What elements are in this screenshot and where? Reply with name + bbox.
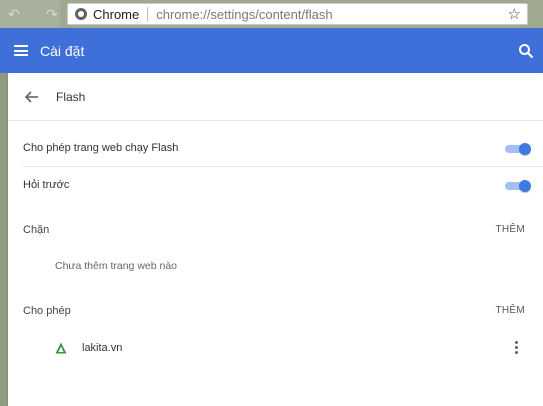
browser-toolbar: ↶ ↷ Chrome chrome://settings/content/fla… — [0, 0, 543, 28]
settings-content: Flash Cho phép trang web chạy Flash Hỏi … — [8, 73, 543, 406]
ask-first-label: Hỏi trước — [23, 179, 70, 191]
nav-back-icon[interactable]: ↶ — [8, 6, 20, 23]
url-text[interactable]: chrome://settings/content/flash — [156, 7, 507, 22]
allow-flash-toggle[interactable] — [505, 143, 531, 155]
address-separator — [147, 7, 149, 21]
bookmark-star-icon[interactable]: ☆ — [508, 5, 521, 23]
subpage-header: Flash — [8, 73, 543, 121]
allow-flash-label: Cho phép trang web chạy Flash — [23, 142, 179, 154]
ask-first-toggle[interactable] — [505, 180, 531, 192]
block-add-button[interactable]: THÊM — [495, 224, 525, 235]
block-empty-text: Chưa thêm trang web nào — [55, 260, 178, 272]
ask-first-row[interactable]: Hỏi trước — [8, 168, 543, 204]
address-bar[interactable]: Chrome chrome://settings/content/flash ☆ — [67, 3, 528, 25]
site-info-icon[interactable] — [75, 8, 87, 20]
divider — [23, 166, 543, 167]
app-title: Cài đặt — [40, 42, 85, 59]
menu-icon[interactable] — [14, 45, 28, 56]
allow-section-header: Cho phép THÊM — [8, 302, 543, 322]
toggle-knob — [519, 180, 531, 192]
toggle-knob — [519, 143, 531, 155]
search-icon[interactable] — [518, 43, 534, 59]
allow-add-button[interactable]: THÊM — [495, 305, 525, 316]
site-favicon — [55, 342, 67, 354]
page-title: Flash — [56, 90, 86, 104]
allow-flash-row[interactable]: Cho phép trang web chạy Flash — [8, 131, 543, 167]
scheme-label: Chrome — [93, 6, 140, 22]
block-section-header: Chặn THÊM — [8, 221, 543, 241]
allowed-site-item[interactable]: lakita.vn — [8, 336, 543, 360]
nav-reload-icon[interactable]: ↷ — [46, 6, 58, 23]
allow-section-label: Cho phép — [23, 305, 71, 317]
more-vert-icon[interactable] — [515, 341, 519, 355]
block-section-label: Chặn — [23, 224, 50, 236]
back-arrow-icon[interactable] — [24, 89, 40, 105]
site-name: lakita.vn — [82, 342, 123, 354]
settings-header: Cài đặt — [0, 28, 543, 73]
